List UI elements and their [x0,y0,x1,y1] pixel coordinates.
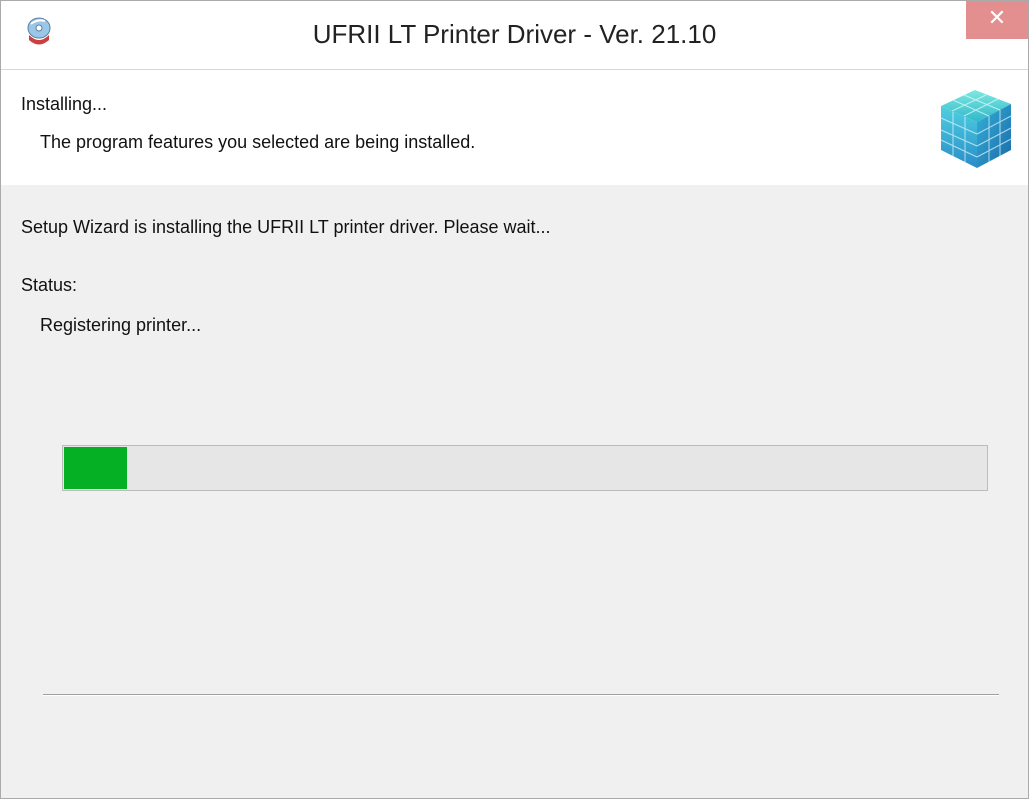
cube-stack-icon [929,78,1017,176]
status-label: Status: [21,275,78,295]
wizard-content: Setup Wizard is installing the UFRII LT … [1,185,1028,798]
title-bar[interactable]: UFRII LT Printer Driver - Ver. 21.10 ✕ [1,1,1028,69]
installer-window: UFRII LT Printer Driver - Ver. 21.10 ✕ I… [0,0,1029,799]
close-icon: ✕ [987,6,1007,31]
header-subtitle: The program features you selected are be… [40,132,476,152]
status-text: Registering printer... [40,315,202,335]
header-title: Installing... [21,94,108,114]
footer-divider [43,694,999,696]
window-title: UFRII LT Printer Driver - Ver. 21.10 [312,19,717,49]
wizard-header: Installing... The program features you s… [1,69,1028,186]
install-message: Setup Wizard is installing the UFRII LT … [21,217,551,237]
close-button[interactable]: ✕ [966,1,1028,39]
install-progress-bar [62,445,988,491]
progress-fill [64,447,127,489]
